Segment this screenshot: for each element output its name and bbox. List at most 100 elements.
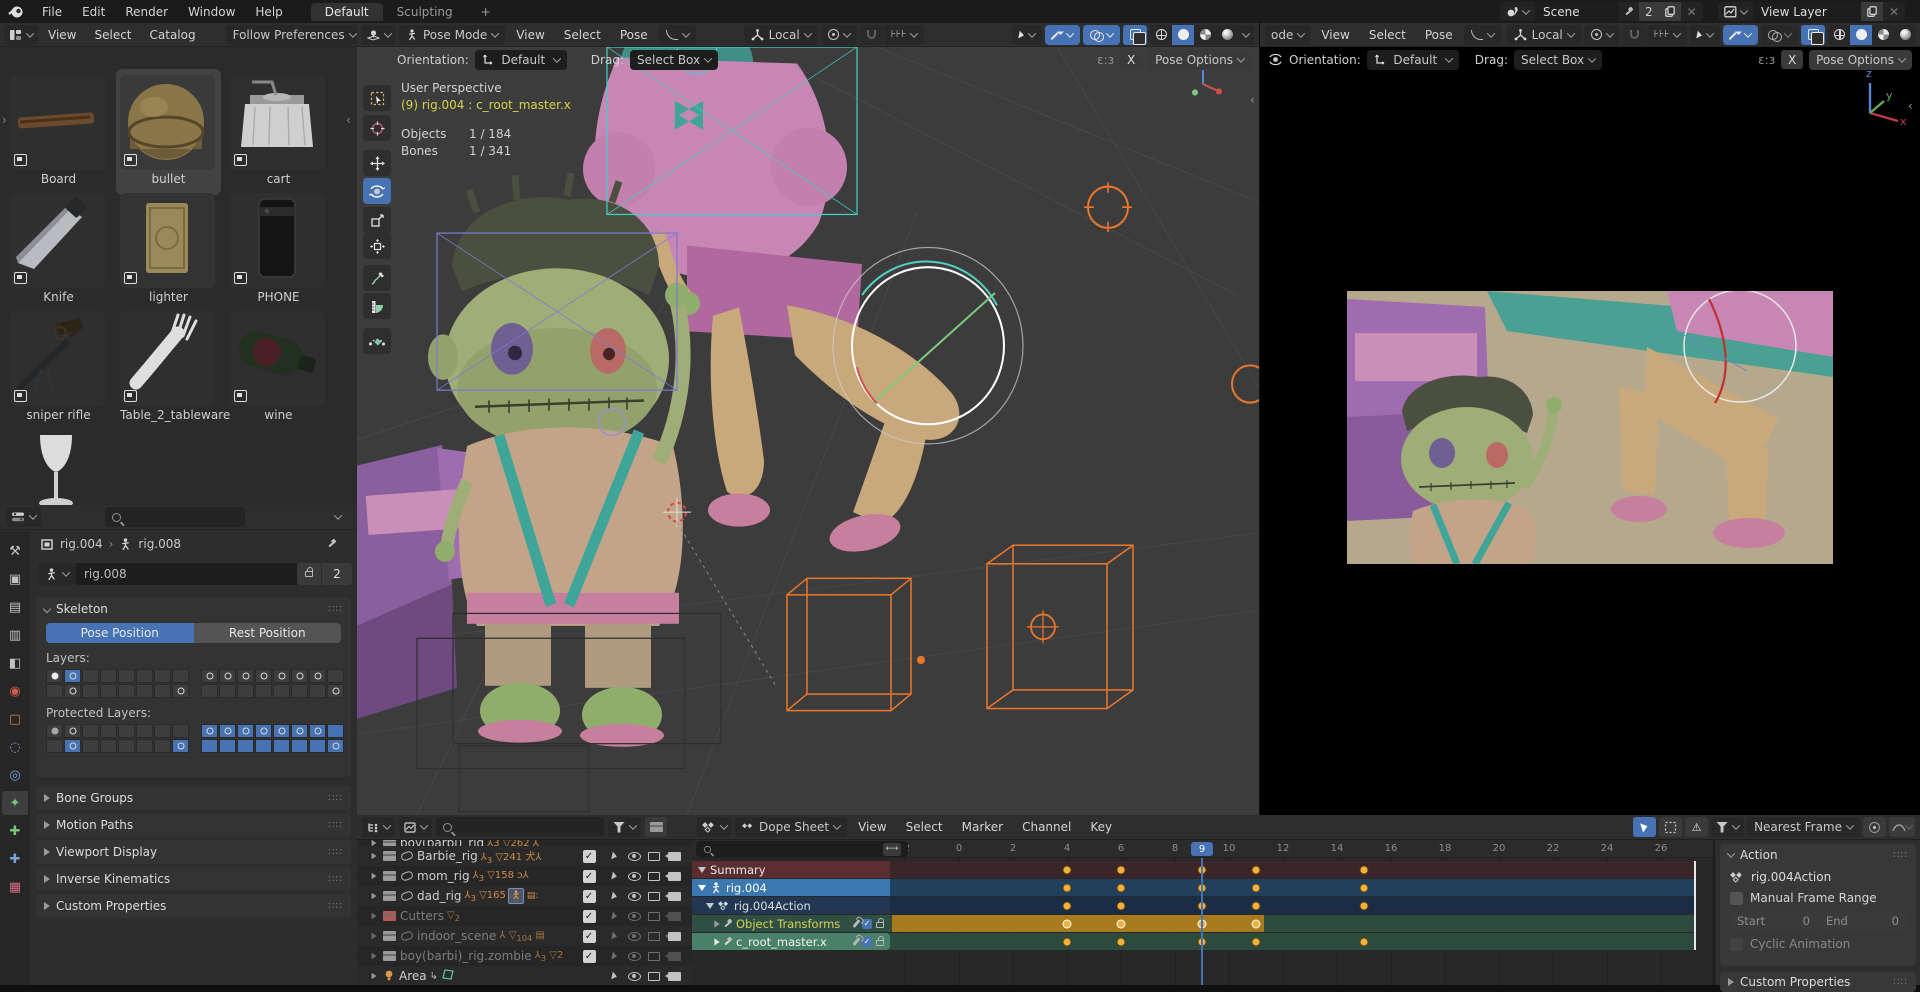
- layer-toggle[interactable]: [309, 739, 326, 753]
- shading-solid-button[interactable]: [1850, 25, 1872, 45]
- manual-frame-range-checkbox[interactable]: [1730, 892, 1743, 905]
- menu-file[interactable]: File: [32, 5, 72, 19]
- shading-rendered-button[interactable]: [1894, 25, 1916, 45]
- layer-toggle[interactable]: [291, 739, 308, 753]
- custom-properties-panel[interactable]: Custom Properties∷∷: [36, 894, 351, 918]
- layers-grid[interactable]: [36, 665, 351, 698]
- keyframe[interactable]: [1252, 937, 1261, 946]
- layer-toggle[interactable]: [309, 669, 326, 683]
- outliner-row[interactable]: Cutters▽2 ✓: [357, 906, 692, 926]
- pose-menu[interactable]: Pose: [1417, 28, 1461, 42]
- layer-toggle[interactable]: [201, 724, 218, 738]
- gizmos-toggle[interactable]: [1723, 25, 1758, 45]
- outliner-row[interactable]: mom_rig⅄3 ▽158 ↄ⅄ ✓: [357, 866, 692, 886]
- asset-item[interactable]: Table_2_tableware: [120, 311, 217, 422]
- pose-menu[interactable]: Pose: [612, 28, 656, 42]
- layer-toggle[interactable]: [255, 684, 272, 698]
- overlays-toggle[interactable]: [1761, 25, 1798, 45]
- keyframe[interactable]: [1117, 919, 1126, 928]
- panel-expand-arrow[interactable]: ›: [2, 113, 7, 127]
- layer-toggle[interactable]: [273, 669, 290, 683]
- keyframe[interactable]: [1117, 901, 1126, 910]
- tool-move[interactable]: [363, 150, 391, 176]
- filter-dropdown[interactable]: [1711, 817, 1744, 837]
- current-frame-badge[interactable]: 9: [1191, 842, 1213, 856]
- layer-toggle[interactable]: [291, 684, 308, 698]
- asset-item[interactable]: bullet: [120, 75, 217, 186]
- outliner-filter-dropdown[interactable]: [608, 817, 641, 837]
- layer-toggle[interactable]: [154, 739, 171, 753]
- layer-toggle[interactable]: [327, 724, 344, 738]
- falloff-dropdown[interactable]: [659, 25, 696, 45]
- layer-toggle[interactable]: [154, 684, 171, 698]
- action-panel-title[interactable]: Action: [1740, 848, 1778, 862]
- snap-dropdown[interactable]: ⊦⊦⊦: [884, 25, 925, 45]
- layer-toggle[interactable]: [219, 669, 236, 683]
- viewport-3d-secondary[interactable]: ode View Select Pose Local ⊦⊦⊦ Orientati…: [1260, 23, 1920, 815]
- layer-toggle[interactable]: [273, 684, 290, 698]
- navigation-gizmo[interactable]: z x y: [1848, 65, 1908, 135]
- mode-dropdown[interactable]: Pose Mode: [399, 25, 505, 45]
- keyframe[interactable]: [1360, 883, 1369, 892]
- show-gizmo-dropdown[interactable]: [1012, 25, 1042, 45]
- blender-logo-icon[interactable]: [8, 5, 24, 19]
- shading-material-button[interactable]: [1872, 25, 1894, 45]
- asset-item[interactable]: cart: [230, 75, 327, 186]
- tool-rotate[interactable]: [363, 178, 391, 204]
- pose-position-button[interactable]: Pose Position: [46, 623, 194, 643]
- keyframe[interactable]: [1063, 883, 1072, 892]
- layer-toggle[interactable]: [136, 684, 153, 698]
- dope-view-menu[interactable]: View: [850, 820, 894, 834]
- drag-action-dropdown[interactable]: Select Box: [630, 50, 718, 70]
- asset-item[interactable]: sniper rifle: [10, 311, 107, 422]
- view-layer-copy-button[interactable]: [1861, 2, 1883, 21]
- layer-toggle[interactable]: [237, 739, 254, 753]
- layer-toggle[interactable]: [64, 724, 81, 738]
- scene-pin-icon[interactable]: [1619, 2, 1639, 21]
- layer-toggle[interactable]: [172, 669, 189, 683]
- layer-toggle[interactable]: [291, 669, 308, 683]
- shading-wireframe-button[interactable]: [1828, 25, 1850, 45]
- interpolation-button[interactable]: [1889, 817, 1915, 837]
- viewport-3d[interactable]: Pose Mode View Select Pose Local ⊦⊦⊦ Ori…: [357, 23, 1259, 815]
- layer-toggle[interactable]: [309, 724, 326, 738]
- rest-position-button[interactable]: Rest Position: [194, 623, 342, 643]
- view-layer-name[interactable]: View Layer: [1753, 2, 1861, 21]
- panel-drag-handle[interactable]: ∷∷: [1893, 850, 1908, 861]
- layer-toggle[interactable]: [136, 669, 153, 683]
- keyframe[interactable]: [1360, 937, 1369, 946]
- tool-measure[interactable]: [363, 293, 391, 319]
- keyframe[interactable]: [1117, 937, 1126, 946]
- drag-orientation-dropdown[interactable]: Default: [1367, 50, 1459, 70]
- x-mirror-button[interactable]: X: [1781, 50, 1803, 69]
- tool-annotate[interactable]: [363, 265, 391, 291]
- world-icon[interactable]: ◉: [2, 679, 28, 703]
- breadcrumb-data[interactable]: rig.008: [138, 537, 181, 551]
- layer-toggle[interactable]: [46, 684, 63, 698]
- view-menu[interactable]: View: [508, 28, 552, 42]
- falloff-dropdown[interactable]: [1464, 25, 1501, 45]
- pivot-point-dropdown[interactable]: [821, 25, 857, 45]
- layer-toggle[interactable]: [273, 739, 290, 753]
- workspace-tab-sculpting[interactable]: Sculpting: [383, 3, 467, 21]
- end-frame-field[interactable]: End0: [1819, 912, 1906, 930]
- layer-toggle[interactable]: [201, 739, 218, 753]
- menu-window[interactable]: Window: [178, 5, 245, 19]
- users-count-button[interactable]: 2: [322, 563, 352, 585]
- layer-toggle[interactable]: [172, 684, 189, 698]
- asset-item[interactable]: wine: [230, 311, 327, 422]
- overlays-toggle[interactable]: [1083, 25, 1120, 45]
- drag-action-dropdown[interactable]: Select Box: [1514, 50, 1602, 70]
- view-layer-icon[interactable]: ▥: [2, 623, 28, 647]
- add-workspace-button[interactable]: +: [467, 3, 505, 21]
- playhead[interactable]: [1201, 858, 1203, 985]
- layer-toggle[interactable]: [327, 684, 344, 698]
- layer-toggle[interactable]: [237, 684, 254, 698]
- outliner-row[interactable]: indoor_scene⅄ ▽104 ▤ ✓: [357, 926, 692, 946]
- outliner-search-input[interactable]: [436, 817, 604, 837]
- pin-icon[interactable]: [328, 541, 335, 548]
- transform-orientation-dropdown[interactable]: Local: [1507, 25, 1581, 45]
- layer-toggle[interactable]: [237, 669, 254, 683]
- layer-toggle[interactable]: [219, 739, 236, 753]
- layer-toggle[interactable]: [136, 739, 153, 753]
